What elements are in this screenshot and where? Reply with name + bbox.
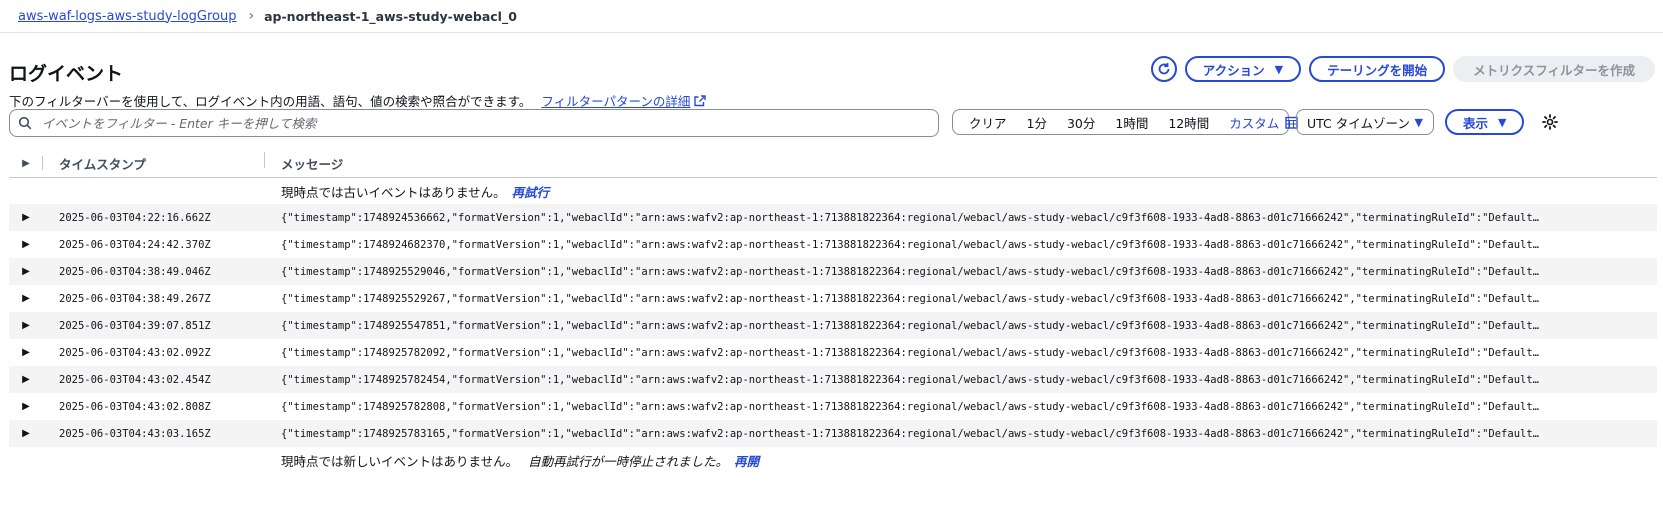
expand-all-button[interactable]: ▶ (9, 156, 43, 170)
time-range-1m[interactable]: 1分 (1017, 113, 1057, 132)
display-dropdown-button[interactable]: 表示 ▼ (1445, 109, 1525, 135)
expand-row-icon[interactable]: ▶ (9, 266, 43, 277)
row-message: {"timestamp":1748925783165,"formatVersio… (281, 427, 1539, 440)
page-description: 下のフィルターバーを使用して、ログイベント内の用語、語句、値の検索や照合ができま… (9, 91, 707, 110)
actions-label: アクション (1202, 62, 1265, 78)
refresh-icon (1158, 63, 1170, 75)
column-header-timestamp[interactable]: タイムスタンプ (43, 152, 265, 173)
breadcrumb-log-stream: ap-northeast-1_aws-study-webacl_0 (264, 8, 517, 24)
row-timestamp: 2025-06-03T04:22:16.662Z (59, 211, 211, 224)
timezone-select[interactable]: UTC タイムゾーン ▼ (1296, 109, 1434, 135)
table-row[interactable]: ▶ 2025-06-03T04:43:03.165Z {"timestamp":17… (9, 420, 1657, 447)
log-events-table: ▶ タイムスタンプ メッセージ 現時点では古いイベントはありません。 再試行 ▶… (9, 150, 1657, 473)
create-metric-filter-button: メトリクスフィルターを作成 (1453, 56, 1655, 82)
time-range-1h[interactable]: 1時間 (1105, 113, 1158, 132)
no-newer-events-row: 現時点では新しいイベントはありません。 自動再試行が一時停止されました。 再開 (9, 447, 1657, 473)
retry-link[interactable]: 再試行 (512, 182, 550, 201)
filter-bar: クリア 1分 30分 1時間 12時間 カスタム UTC タイムゾーン ▼ 表示… (9, 109, 1657, 137)
table-row[interactable]: ▶ 2025-06-03T04:43:02.092Z {"timestamp":17… (9, 339, 1657, 366)
expand-row-icon[interactable]: ▶ (9, 428, 43, 439)
table-row[interactable]: ▶ 2025-06-03T04:43:02.808Z {"timestamp":17… (9, 393, 1657, 420)
row-message: {"timestamp":1748925782454,"formatVersio… (281, 373, 1539, 386)
no-newer-events-text: 現時点では新しいイベントはありません。 (281, 453, 519, 469)
table-row[interactable]: ▶ 2025-06-03T04:24:42.370Z {"timestamp":17… (9, 231, 1657, 258)
row-timestamp: 2025-06-03T04:38:49.046Z (59, 265, 211, 278)
row-timestamp: 2025-06-03T04:43:02.454Z (59, 373, 211, 386)
header-actions: アクション ▼ テーリングを開始 メトリクスフィルターを作成 (1150, 56, 1655, 82)
caret-right-icon: ▶ (22, 158, 30, 169)
time-range-selector: クリア 1分 30分 1時間 12時間 カスタム (952, 109, 1298, 135)
filter-pattern-link[interactable]: フィルターパターンの詳細 (541, 91, 690, 110)
table-row[interactable]: ▶ 2025-06-03T04:43:02.454Z {"timestamp":17… (9, 366, 1657, 393)
row-message: {"timestamp":1748925782808,"formatVersio… (281, 400, 1539, 413)
time-range-12h[interactable]: 12時間 (1158, 113, 1219, 132)
filter-events-input[interactable] (40, 114, 920, 132)
table-header: ▶ タイムスタンプ メッセージ (9, 150, 1657, 178)
row-timestamp: 2025-06-03T04:43:03.165Z (59, 427, 211, 440)
row-message: {"timestamp":1748925547851,"formatVersio… (281, 319, 1539, 332)
expand-row-icon[interactable]: ▶ (9, 320, 43, 331)
no-older-events-row: 現時点では古いイベントはありません。 再試行 (9, 178, 1657, 204)
expand-row-icon[interactable]: ▶ (9, 374, 43, 385)
breadcrumb: aws-waf-logs-aws-study-logGroup › ap-nor… (0, 0, 1663, 33)
display-label: 表示 (1463, 115, 1489, 131)
time-range-30m[interactable]: 30分 (1057, 113, 1105, 132)
table-row[interactable]: ▶ 2025-06-03T04:38:49.267Z {"timestamp":17… (9, 285, 1657, 312)
row-message: {"timestamp":1748925529046,"formatVersio… (281, 265, 1539, 278)
row-timestamp: 2025-06-03T04:43:02.808Z (59, 400, 211, 413)
expand-row-icon[interactable]: ▶ (9, 293, 43, 304)
table-row[interactable]: ▶ 2025-06-03T04:22:16.662Z {"timestamp":17… (9, 204, 1657, 231)
create-metric-filter-label: メトリクスフィルターを作成 (1473, 62, 1635, 78)
expand-row-icon[interactable]: ▶ (9, 212, 43, 223)
row-message: {"timestamp":1748924536662,"formatVersio… (281, 211, 1539, 224)
row-message: {"timestamp":1748925782092,"formatVersio… (281, 346, 1539, 359)
start-tailing-label: テーリングを開始 (1327, 62, 1428, 78)
search-box[interactable] (9, 109, 939, 137)
row-timestamp: 2025-06-03T04:43:02.092Z (59, 346, 211, 359)
time-range-custom[interactable]: カスタム (1219, 113, 1283, 132)
log-event-rows: ▶ 2025-06-03T04:22:16.662Z {"timestamp":17… (9, 204, 1657, 447)
breadcrumb-log-group-link[interactable]: aws-waf-logs-aws-study-logGroup (18, 9, 236, 24)
chevron-right-icon: › (248, 8, 255, 24)
caret-down-icon: ▼ (1498, 115, 1507, 129)
description-text: 下のフィルターバーを使用して、ログイベント内の用語、語句、値の検索や照合ができま… (9, 94, 532, 109)
timezone-value: UTC タイムゾーン (1307, 115, 1410, 131)
row-timestamp: 2025-06-03T04:38:49.267Z (59, 292, 211, 305)
expand-row-icon[interactable]: ▶ (9, 347, 43, 358)
resume-link[interactable]: 再開 (734, 451, 759, 470)
row-message: {"timestamp":1748925529267,"formatVersio… (281, 292, 1539, 305)
row-message: {"timestamp":1748924682370,"formatVersio… (281, 238, 1539, 251)
row-timestamp: 2025-06-03T04:24:42.370Z (59, 238, 211, 251)
no-older-events-text: 現時点では古いイベントはありません。 (281, 184, 506, 200)
gear-icon[interactable] (1541, 113, 1559, 131)
external-link-icon (694, 94, 707, 106)
page-title: ログイベント (9, 63, 124, 85)
expand-row-icon[interactable]: ▶ (9, 239, 43, 250)
start-tailing-button[interactable]: テーリングを開始 (1309, 56, 1446, 82)
column-header-message[interactable]: メッセージ (265, 154, 343, 173)
refresh-button[interactable] (1150, 56, 1177, 82)
expand-row-icon[interactable]: ▶ (9, 401, 43, 412)
search-icon (18, 116, 32, 130)
caret-down-icon: ▼ (1414, 115, 1423, 129)
auto-retry-paused-text: 自動再試行が一時停止されました。 (528, 453, 729, 469)
actions-dropdown-button[interactable]: アクション ▼ (1184, 56, 1302, 82)
caret-down-icon: ▼ (1274, 62, 1284, 76)
row-timestamp: 2025-06-03T04:39:07.851Z (59, 319, 211, 332)
table-row[interactable]: ▶ 2025-06-03T04:38:49.046Z {"timestamp":17… (9, 258, 1657, 285)
table-row[interactable]: ▶ 2025-06-03T04:39:07.851Z {"timestamp":17… (9, 312, 1657, 339)
time-range-clear[interactable]: クリア (959, 113, 1017, 132)
